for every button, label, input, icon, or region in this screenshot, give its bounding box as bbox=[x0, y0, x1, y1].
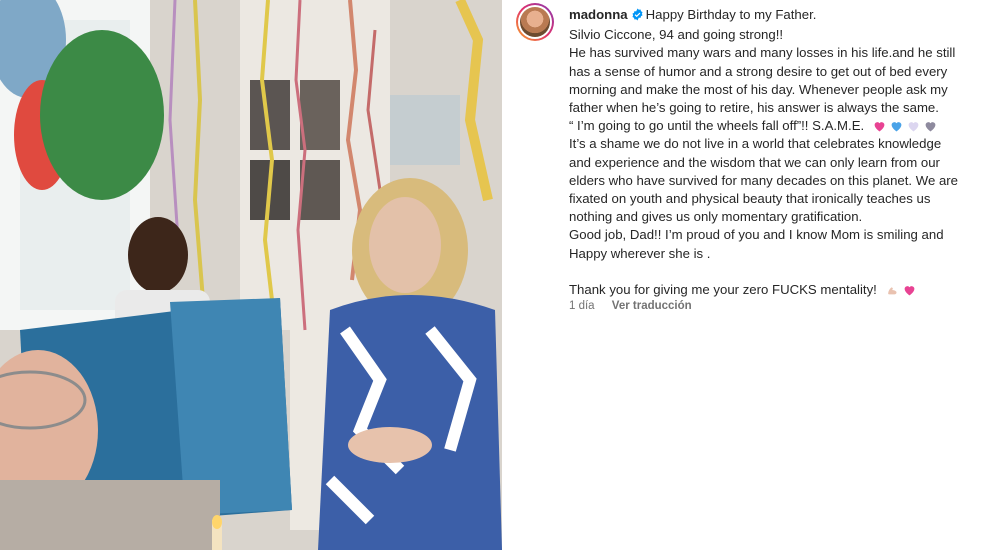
caption-line-1: madonna Happy Birthday to my Father. bbox=[569, 6, 984, 26]
white-heart-icon bbox=[908, 122, 919, 132]
caption-line: Silvio Ciccone, 94 and going strong!! bbox=[569, 27, 784, 43]
caption-line-final: Thank you for giving me your zero FUCKS … bbox=[569, 281, 984, 299]
caption-line: Happy wherever she is . bbox=[569, 245, 711, 261]
caption-line: has a sense of humor and a strong desire… bbox=[569, 63, 948, 79]
grey-heart-icon bbox=[925, 122, 936, 132]
post-meta: 1 día Ver traducción bbox=[569, 300, 706, 312]
photo bbox=[0, 0, 502, 550]
caption-line: nothing and gives us only momentary grat… bbox=[569, 209, 863, 225]
post-caption: madonna Happy Birthday to my Father. Silv… bbox=[569, 6, 984, 299]
username-link[interactable]: madonna bbox=[569, 7, 628, 22]
pink-heart-icon bbox=[904, 286, 914, 296]
heart-emoji-group bbox=[873, 120, 937, 132]
blue-heart-icon bbox=[891, 122, 902, 132]
pink-heart-icon bbox=[874, 122, 885, 132]
caption-line: father when he’s going to retire, his an… bbox=[569, 100, 939, 116]
verified-badge-icon bbox=[631, 8, 644, 26]
see-translation-button[interactable]: Ver traducción bbox=[612, 300, 692, 312]
caption-text: Happy Birthday to my Father. bbox=[645, 7, 817, 22]
post-media[interactable] bbox=[0, 0, 502, 550]
caption-line: and experience and the wisdom that we ca… bbox=[569, 154, 940, 170]
caption-text: Thank you for giving me your zero FUCKS … bbox=[569, 282, 877, 298]
caption-panel: madonna Happy Birthday to my Father. Silv… bbox=[502, 0, 1000, 550]
caption-line: He has survived many wars and many losse… bbox=[569, 45, 956, 61]
avatar-image bbox=[520, 7, 550, 37]
avatar-ring bbox=[518, 5, 552, 39]
flexed-biceps-icon bbox=[887, 287, 896, 295]
caption-line: fixated on youth and physical beauty tha… bbox=[569, 191, 931, 207]
avatar[interactable] bbox=[516, 3, 554, 41]
caption-text: “ I’m going to go until the wheels fall … bbox=[569, 118, 865, 134]
caption-line: It’s a shame we do not live in a world t… bbox=[569, 136, 942, 152]
final-emoji-group bbox=[886, 284, 916, 296]
caption-line: elders who have survived for many decade… bbox=[569, 172, 958, 188]
caption-line-hearts: “ I’m going to go until the wheels fall … bbox=[569, 117, 984, 135]
caption-line: morning and make the most of his day. Wh… bbox=[569, 81, 948, 97]
caption-line: Good job, Dad!! I’m proud of you and I k… bbox=[569, 227, 944, 243]
timestamp[interactable]: 1 día bbox=[569, 300, 595, 312]
